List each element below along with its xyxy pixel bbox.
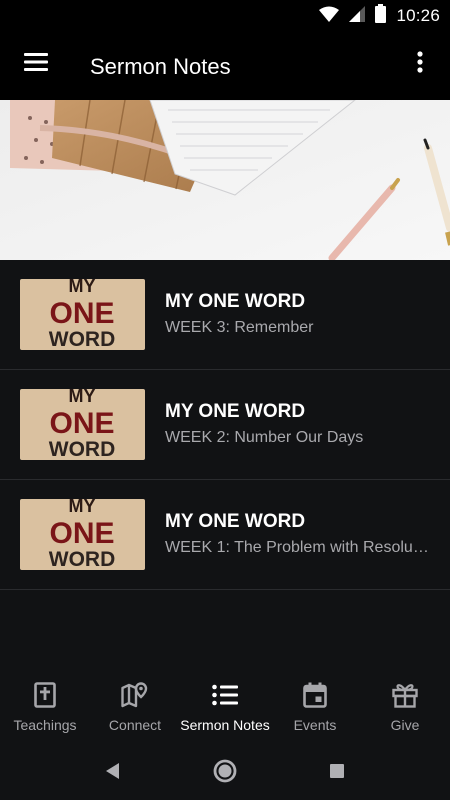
sermon-list-item[interactable]: MY ONE WORD MY ONE WORD WEEK 2: Number O… xyxy=(0,370,450,480)
calendar-icon xyxy=(300,680,330,710)
sermon-list-item[interactable]: MY ONE WORD MY ONE WORD WEEK 3: Remember xyxy=(0,260,450,370)
sermon-title: MY ONE WORD xyxy=(165,291,306,312)
nav-give[interactable]: Give xyxy=(360,670,450,744)
sermon-subtitle: WEEK 3: Remember xyxy=(165,319,314,336)
thumb-word-word: WORD xyxy=(49,548,116,570)
more-vert-icon xyxy=(417,50,423,78)
sermon-subtitle: WEEK 1: The Problem with Resolutions xyxy=(165,539,433,556)
status-time: 10:26 xyxy=(396,6,440,25)
page-title: Sermon Notes xyxy=(90,54,231,79)
back-button[interactable] xyxy=(97,758,127,788)
nav-sermon-notes[interactable]: Sermon Notes xyxy=(180,670,270,744)
battery-icon xyxy=(375,4,387,28)
nav-connect[interactable]: Connect xyxy=(90,670,180,744)
app-bar: Sermon Notes xyxy=(0,32,450,100)
thumb-word-word: WORD xyxy=(49,438,116,460)
nav-label: Sermon Notes xyxy=(180,717,270,733)
sermon-list: MY ONE WORD MY ONE WORD WEEK 3: Remember… xyxy=(0,260,450,590)
system-navigation-bar xyxy=(0,744,450,800)
nav-teachings[interactable]: Teachings xyxy=(0,670,90,744)
home-button[interactable] xyxy=(210,758,240,788)
sermon-thumbnail: MY ONE WORD xyxy=(20,389,145,460)
recents-square-icon xyxy=(328,762,346,785)
more-options-button[interactable] xyxy=(398,42,442,86)
nav-label: Events xyxy=(293,717,337,733)
thumb-word-one: ONE xyxy=(49,297,114,330)
status-icons: 10:26 xyxy=(319,4,440,28)
back-triangle-icon xyxy=(103,761,121,786)
gift-icon xyxy=(390,680,420,710)
sermon-title: MY ONE WORD xyxy=(165,401,306,422)
thumb-word-one: ONE xyxy=(49,517,114,550)
nav-label: Give xyxy=(390,717,420,733)
hamburger-icon xyxy=(24,52,48,76)
bottom-navigation: Teachings Connect Sermon Notes Events Gi… xyxy=(0,670,450,744)
map-pin-icon xyxy=(120,680,150,710)
recents-button[interactable] xyxy=(322,758,352,788)
hero-image xyxy=(0,100,450,260)
home-circle-icon xyxy=(212,758,238,789)
sermon-subtitle: WEEK 2: Number Our Days xyxy=(165,429,364,446)
cell-signal-icon xyxy=(349,5,366,27)
menu-button[interactable] xyxy=(14,42,58,86)
sermon-list-item[interactable]: MY ONE WORD MY ONE WORD WEEK 1: The Prob… xyxy=(0,480,450,590)
bible-icon xyxy=(30,680,60,710)
nav-label: Connect xyxy=(108,717,162,733)
nav-events[interactable]: Events xyxy=(270,670,360,744)
thumb-word-word: WORD xyxy=(49,328,116,350)
thumb-word-my: MY xyxy=(69,389,96,406)
status-bar: 10:26 xyxy=(0,0,450,32)
sermon-thumbnail: MY ONE WORD xyxy=(20,499,145,570)
thumb-word-my: MY xyxy=(69,499,96,516)
sermon-title: MY ONE WORD xyxy=(165,511,306,532)
thumb-word-one: ONE xyxy=(49,407,114,440)
wifi-icon xyxy=(319,6,340,27)
sermon-thumbnail: MY ONE WORD xyxy=(20,279,145,350)
list-icon xyxy=(210,680,240,710)
thumb-word-my: MY xyxy=(69,279,96,296)
nav-label: Teachings xyxy=(13,717,77,733)
